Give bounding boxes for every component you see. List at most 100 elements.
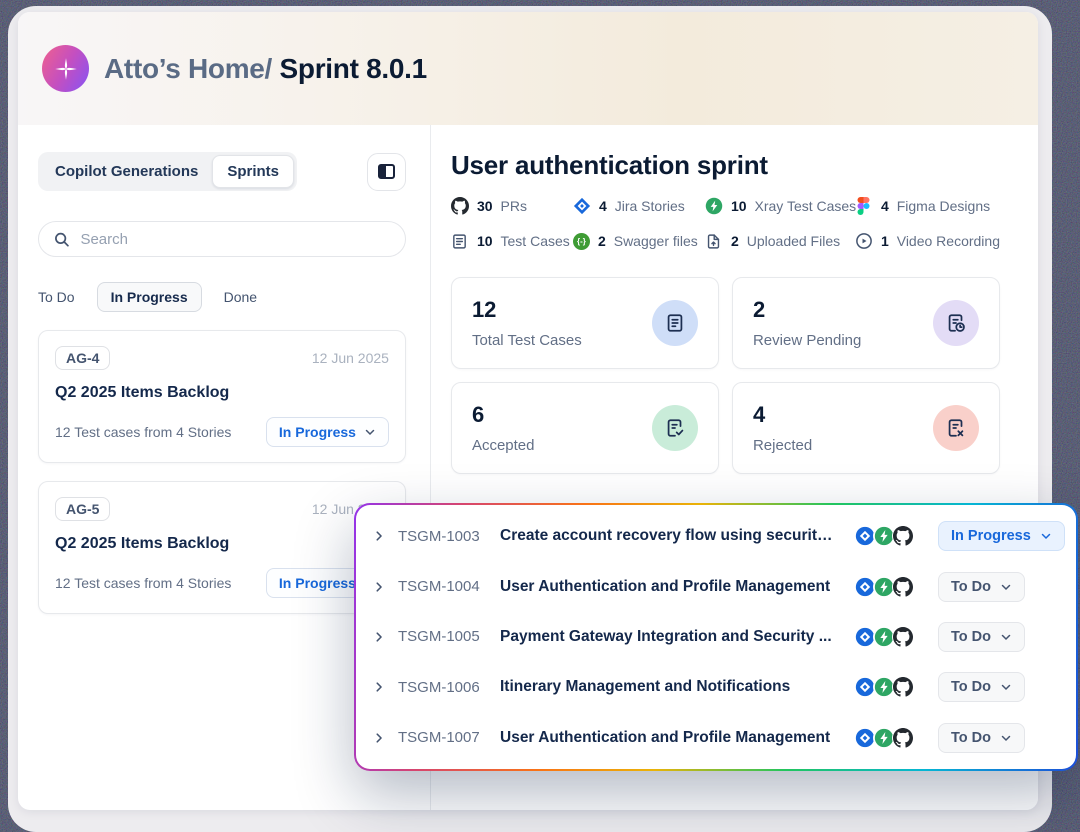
chevron-down-icon <box>1000 732 1012 744</box>
sprint-date: 12 Jun 2025 <box>312 350 389 366</box>
app-header: Atto’s Home/ Sprint 8.0.1 <box>18 12 1038 125</box>
card-total-test-cases: 12 Total Test Cases <box>451 277 719 369</box>
source-icons <box>854 727 914 749</box>
sprint-card-ag5[interactable]: AG-5 12 Jun 2025 Q2 2025 Items Backlog 1… <box>38 481 406 614</box>
chevron-right-icon <box>372 731 386 745</box>
expand-row-button[interactable] <box>372 579 388 595</box>
github-icon <box>892 676 914 698</box>
expand-row-button[interactable] <box>372 679 388 695</box>
chevron-down-icon <box>364 426 376 438</box>
source-icons <box>854 525 914 547</box>
sprint-status-dropdown[interactable]: In Progress <box>266 417 389 447</box>
xray-icon <box>705 197 723 215</box>
sprint-card-subtitle: 12 Test cases from 4 Stories <box>55 424 231 440</box>
status-dropdown[interactable]: To Do <box>938 672 1025 702</box>
source-icons <box>854 676 914 698</box>
expand-row-button[interactable] <box>372 528 388 544</box>
test-case-id: TSGM-1005 <box>398 628 490 645</box>
status-label: To Do <box>951 679 991 695</box>
stat-prs: 30 PRs <box>451 197 573 215</box>
stat-test-cases: 10 Test Cases <box>451 232 573 250</box>
sprint-status-label: In Progress <box>279 424 356 440</box>
status-dropdown[interactable]: To Do <box>938 723 1025 753</box>
test-case-title: Itinerary Management and Notifications <box>500 678 844 696</box>
test-case-id: TSGM-1003 <box>398 528 490 545</box>
sidebar-toggle-icon <box>378 164 395 179</box>
stat-swagger-files: {-} 2 Swagger files <box>573 232 705 250</box>
status-dropdown[interactable]: In Progress <box>938 521 1065 551</box>
status-filters: To Do In Progress Done <box>38 282 406 312</box>
expand-row-button[interactable] <box>372 730 388 746</box>
chevron-right-icon <box>372 630 386 644</box>
card-review-pending: 2 Review Pending <box>732 277 1000 369</box>
tab-sprints[interactable]: Sprints <box>212 155 294 188</box>
chevron-right-icon <box>372 680 386 694</box>
atto-logo <box>42 45 89 92</box>
test-cases-popover: TSGM-1003 Create account recovery flow u… <box>354 503 1078 771</box>
total-test-cases-icon <box>652 300 698 346</box>
stat-figma-designs: 4 Figma Designs <box>855 197 1000 215</box>
page-title: Atto’s Home/ Sprint 8.0.1 <box>104 53 427 85</box>
github-icon <box>892 576 914 598</box>
status-label: To Do <box>951 579 991 595</box>
chevron-down-icon <box>1000 581 1012 593</box>
source-icons <box>854 626 914 648</box>
github-icon <box>892 525 914 547</box>
collapse-sidebar-button[interactable] <box>367 153 406 191</box>
sprint-status-label: In Progress <box>279 575 356 591</box>
sprint-card-subtitle: 12 Test cases from 4 Stories <box>55 575 231 591</box>
status-dropdown[interactable]: To Do <box>938 622 1025 652</box>
sprint-card-ag4[interactable]: AG-4 12 Jun 2025 Q2 2025 Items Backlog 1… <box>38 330 406 463</box>
uploaded-files-icon <box>705 232 723 250</box>
video-recording-icon <box>855 232 873 250</box>
test-case-row: TSGM-1006 Itinerary Management and Notif… <box>372 672 1060 702</box>
status-label: In Progress <box>951 528 1031 544</box>
test-case-row: TSGM-1005 Payment Gateway Integration an… <box>372 622 1060 652</box>
accepted-icon <box>652 405 698 451</box>
test-case-title: User Authentication and Profile Manageme… <box>500 729 844 747</box>
filter-done[interactable]: Done <box>224 289 257 305</box>
search-input[interactable] <box>80 231 390 248</box>
tab-copilot-generations[interactable]: Copilot Generations <box>41 156 212 187</box>
summary-cards: 12 Total Test Cases 2 Review Pending <box>451 277 1000 474</box>
stat-uploaded-files: 2 Uploaded Files <box>705 232 855 250</box>
filter-in-progress[interactable]: In Progress <box>97 282 202 312</box>
test-case-title: User Authentication and Profile Manageme… <box>500 578 844 596</box>
test-case-row: TSGM-1004 User Authentication and Profil… <box>372 572 1060 602</box>
chevron-down-icon <box>1000 681 1012 693</box>
card-accepted: 6 Accepted <box>451 382 719 474</box>
github-icon <box>451 197 469 215</box>
filter-todo[interactable]: To Do <box>38 289 75 305</box>
rejected-icon <box>933 405 979 451</box>
test-cases-icon <box>451 232 469 250</box>
test-case-id: TSGM-1006 <box>398 679 490 696</box>
sprint-card-title: Q2 2025 Items Backlog <box>55 535 389 553</box>
status-label: To Do <box>951 629 991 645</box>
test-case-title: Payment Gateway Integration and Security… <box>500 628 844 646</box>
breadcrumb: Atto’s Home/ <box>104 53 272 84</box>
chevron-right-icon <box>372 529 386 543</box>
status-label: To Do <box>951 730 991 746</box>
swagger-icon: {-} <box>573 233 590 250</box>
search-bar[interactable] <box>38 221 406 257</box>
source-icons <box>854 576 914 598</box>
sprint-card-title: Q2 2025 Items Backlog <box>55 384 389 402</box>
status-dropdown[interactable]: To Do <box>938 572 1025 602</box>
github-icon <box>892 626 914 648</box>
github-icon <box>892 727 914 749</box>
test-case-title: Create account recovery flow using secur… <box>500 527 844 545</box>
stat-jira-stories: 4 Jira Stories <box>573 197 705 215</box>
test-case-row: TSGM-1007 User Authentication and Profil… <box>372 723 1060 753</box>
test-case-id: TSGM-1007 <box>398 729 490 746</box>
stat-xray-test-cases: 10 Xray Test Cases <box>705 197 855 215</box>
sprint-id-badge: AG-4 <box>55 346 110 370</box>
chevron-right-icon <box>372 580 386 594</box>
chevron-down-icon <box>1000 631 1012 643</box>
sprint-id-badge: AG-5 <box>55 497 110 521</box>
sparkle-icon <box>53 56 79 82</box>
card-rejected: 4 Rejected <box>732 382 1000 474</box>
test-case-id: TSGM-1004 <box>398 578 490 595</box>
sprint-stats: 30 PRs 4 Jira Stories 10 Xray Test Cases <box>451 197 1000 250</box>
view-switcher: Copilot Generations Sprints <box>38 152 297 191</box>
expand-row-button[interactable] <box>372 629 388 645</box>
